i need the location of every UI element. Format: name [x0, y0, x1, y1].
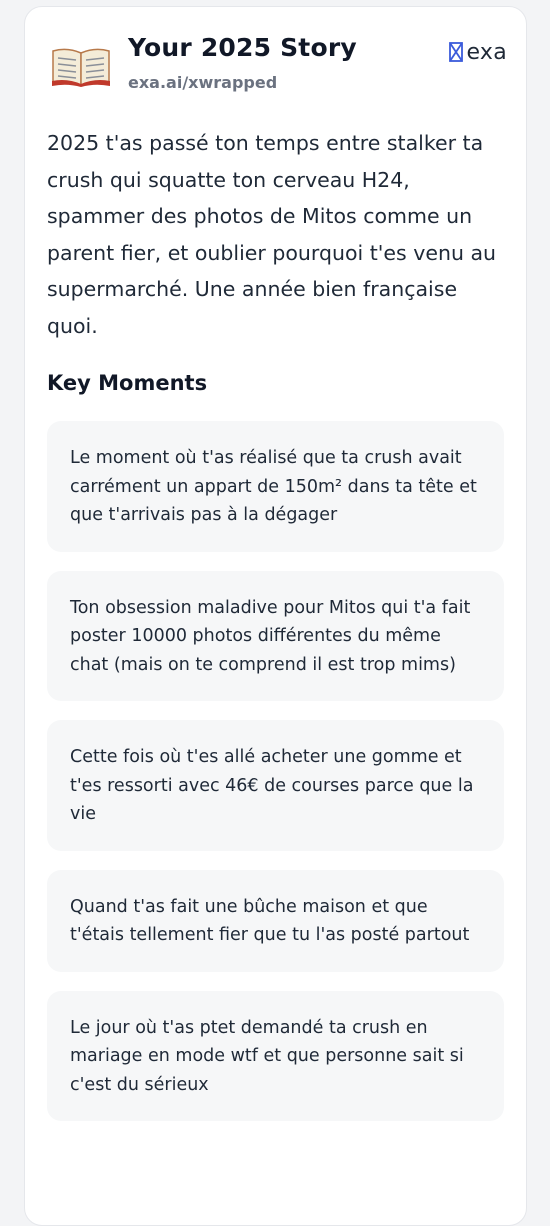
- exa-brand[interactable]: exa: [449, 39, 507, 65]
- moment-card: Ton obsession maladive pour Mitos qui t'…: [47, 570, 504, 701]
- story-card: Your 2025 Story exa.ai/xwrapped exa 2025…: [24, 6, 527, 1226]
- brand-name: exa: [466, 39, 507, 65]
- moment-card: Quand t'as fait une bûche maison et que …: [47, 869, 504, 972]
- exa-logo-icon: [449, 42, 464, 62]
- card-header: Your 2025 Story exa.ai/xwrapped exa: [47, 31, 507, 101]
- moment-card: Cette fois où t'es allé acheter une gomm…: [47, 720, 504, 851]
- story-url[interactable]: exa.ai/xwrapped: [128, 73, 277, 92]
- story-summary: 2025 t'as passé ton temps entre stalker …: [47, 131, 497, 338]
- open-book-icon: [52, 48, 110, 87]
- moment-card: Le moment où t'as réalisé que ta crush a…: [47, 421, 504, 552]
- key-moments-title: Key Moments: [47, 371, 208, 395]
- story-title: Your 2025 Story: [128, 33, 357, 62]
- moment-card: Le jour où t'as ptet demandé ta crush en…: [47, 990, 504, 1121]
- key-moments-list: Le moment où t'as réalisé que ta crush a…: [47, 421, 504, 1140]
